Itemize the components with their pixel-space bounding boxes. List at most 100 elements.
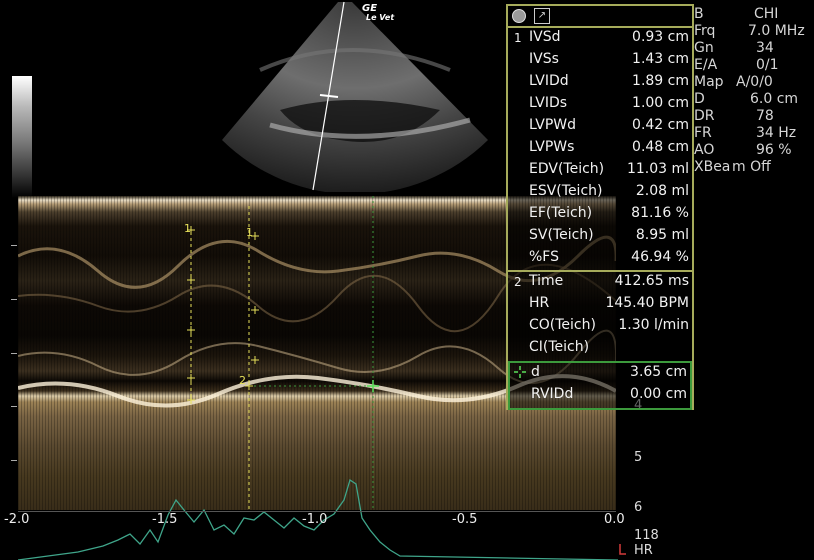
info-key: XBea: [694, 159, 731, 175]
left-tick: [11, 353, 17, 354]
measurement-row-ef[interactable]: EF(Teich) 81.16 %: [508, 204, 692, 226]
caliper-label-1b: 1: [246, 226, 253, 239]
grayscale-bar: [12, 76, 32, 198]
info-key: FR: [694, 125, 712, 141]
measurement-label: IVSd: [529, 29, 561, 45]
depth-label: 6: [634, 500, 643, 515]
group-number: 2: [514, 275, 522, 289]
measurement-row-rvidd[interactable]: RVIDd 0.00 cm: [510, 385, 690, 407]
measurement-value: 1.89 cm: [632, 73, 689, 89]
measurement-value: 1.43 cm: [632, 51, 689, 67]
measurement-value: 46.94 %: [631, 249, 689, 265]
hr-readout-label: HR: [634, 543, 653, 558]
info-value: CHI: [754, 6, 779, 22]
measurement-row-lvidd[interactable]: LVIDd 1.89 cm: [508, 72, 692, 94]
measurement-row-lvids[interactable]: LVIDs 1.00 cm: [508, 94, 692, 116]
panel-header: ↗: [508, 6, 692, 28]
measurement-label: ESV(Teich): [529, 183, 603, 199]
measurement-value: 3.65 cm: [630, 364, 687, 380]
measurement-label: CI(Teich): [529, 339, 590, 355]
measurement-value: 8.95 ml: [635, 227, 689, 243]
record-icon[interactable]: [512, 9, 526, 23]
info-key: Map: [694, 74, 724, 90]
measurement-value: 145.40 BPM: [605, 295, 689, 311]
info-value: m Off: [732, 159, 771, 175]
info-key: E/A: [694, 57, 718, 73]
measurement-label: HR: [529, 295, 550, 311]
left-tick: [11, 299, 17, 300]
measurement-value: 0.93 cm: [632, 29, 689, 45]
measurement-row-d[interactable]: d 3.65 cm: [510, 363, 690, 385]
measurement-label: Time: [529, 273, 564, 289]
logo-sub: Le Vet: [366, 13, 395, 22]
hr-readout-value: 118: [634, 528, 659, 543]
measurement-value: 0.00 cm: [630, 386, 687, 402]
measurement-label: d: [531, 364, 540, 380]
left-tick: [11, 245, 17, 246]
info-gain: Gn 34: [694, 40, 812, 57]
info-value: 96 %: [756, 142, 792, 158]
measurement-row-co[interactable]: CO(Teich) 1.30 l/min: [508, 316, 692, 338]
measurement-label: LVPWs: [529, 139, 575, 155]
measurement-value: 2.08 ml: [635, 183, 689, 199]
measurement-label: EF(Teich): [529, 205, 593, 221]
caliper-label-1: 1: [184, 222, 191, 235]
bmode-sector-image: [222, 1, 488, 192]
info-fr: FR 34 Hz: [694, 125, 812, 142]
measurement-row-hr[interactable]: HR 145.40 BPM: [508, 294, 692, 316]
active-measurement-box[interactable]: d 3.65 cm RVIDd 0.00 cm: [508, 361, 692, 410]
measurement-label: LVPWd: [529, 117, 577, 133]
measurement-row-time[interactable]: 2 Time 412.65 ms: [508, 272, 692, 294]
measurement-value: 0.42 cm: [632, 117, 689, 133]
info-map: Map A/0/0: [694, 74, 812, 91]
info-value: 78: [756, 108, 774, 124]
info-depth: D 6.0 cm: [694, 91, 812, 108]
info-key: AO: [694, 142, 715, 158]
info-ea: E/A 0/1: [694, 57, 812, 74]
time-tick-label: 0.0: [604, 512, 625, 527]
measurement-label: %FS: [529, 249, 559, 265]
time-tick-label: -1.0: [302, 512, 328, 527]
info-xbeam: XBea m Off: [694, 159, 812, 176]
info-dr: DR 78: [694, 108, 812, 125]
measurement-label: LVIDs: [529, 95, 568, 111]
cursor-icon[interactable]: ↗: [534, 8, 550, 24]
measurement-row-fs[interactable]: %FS 46.94 %: [508, 248, 692, 270]
group-number: 1: [514, 31, 522, 45]
time-tick-label: -0.5: [452, 512, 478, 527]
time-tick-label: -2.0: [4, 512, 30, 527]
ge-logo: GE Le Vet: [362, 4, 395, 23]
measurement-row-lvpws[interactable]: LVPWs 0.48 cm: [508, 138, 692, 160]
time-tick-label: -1.5: [152, 512, 178, 527]
measurement-value: 81.16 %: [631, 205, 689, 221]
left-tick: [11, 460, 17, 461]
info-value: 6.0 cm: [750, 91, 799, 107]
measurement-value: 1.30 l/min: [618, 317, 689, 333]
measurement-label: IVSs: [529, 51, 559, 67]
info-value: 0/1: [756, 57, 779, 73]
measurement-row-ci[interactable]: CI(Teich): [508, 338, 692, 360]
info-key: DR: [694, 108, 715, 124]
caliper-label-2: 2: [239, 374, 246, 387]
info-value: 34: [756, 40, 774, 56]
info-key: Gn: [694, 40, 714, 56]
info-value: 7.0 MHz: [748, 23, 805, 39]
measurement-row-ivsd[interactable]: 1 IVSd 0.93 cm: [508, 28, 692, 50]
measurement-value: 1.00 cm: [632, 95, 689, 111]
info-mode: B CHI: [694, 6, 812, 23]
measurement-row-edv[interactable]: EDV(Teich) 11.03 ml: [508, 160, 692, 182]
info-value: A/0/0: [736, 74, 773, 90]
measurement-panel: ↗ 1 IVSd 0.93 cm IVSs 1.43 cm LVIDd 1.89…: [506, 4, 694, 410]
measurement-label: EDV(Teich): [529, 161, 605, 177]
depth-label: 5: [634, 450, 643, 465]
measurement-row-ivss[interactable]: IVSs 1.43 cm: [508, 50, 692, 72]
measurement-row-esv[interactable]: ESV(Teich) 2.08 ml: [508, 182, 692, 204]
measurement-row-lvpwd[interactable]: LVPWd 0.42 cm: [508, 116, 692, 138]
info-key: Frq: [694, 23, 716, 39]
info-ao: AO 96 %: [694, 142, 812, 159]
measurement-row-sv[interactable]: SV(Teich) 8.95 ml: [508, 226, 692, 248]
info-frequency: Frq 7.0 MHz: [694, 23, 812, 40]
measurement-value: 412.65 ms: [614, 273, 689, 289]
info-key: D: [694, 91, 705, 107]
measurement-value: 11.03 ml: [626, 161, 689, 177]
